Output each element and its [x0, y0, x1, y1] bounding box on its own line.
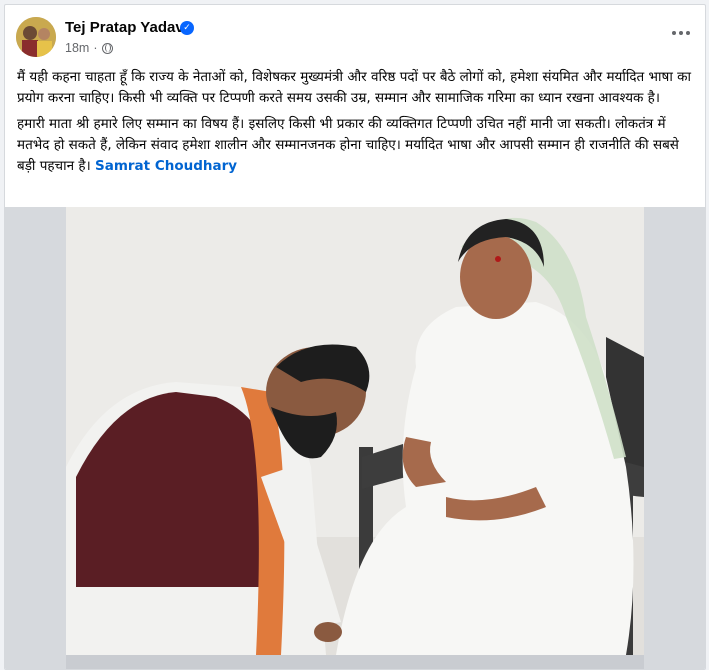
post-photo[interactable] [66, 207, 644, 655]
verified-badge-icon: ✓ [180, 21, 194, 35]
mention-link[interactable]: Samrat Choudhary [95, 158, 237, 174]
post-text: मैं यही कहना चाहता हूँ कि राज्य के नेताओ… [17, 67, 695, 182]
post-photo-container [5, 207, 705, 669]
post-paragraph-1: मैं यही कहना चाहता हूँ कि राज्य के नेताओ… [17, 69, 691, 106]
meta-separator: · [93, 41, 98, 55]
more-options-icon[interactable] [669, 23, 693, 43]
author-name[interactable]: Tej Pratap Yadav [65, 19, 184, 36]
post-card: Tej Pratap Yadav ✓ 18m · मैं यही कहना चा… [4, 4, 706, 670]
photo-bottom-bar [66, 655, 644, 669]
globe-icon[interactable] [101, 42, 113, 54]
post-header: Tej Pratap Yadav ✓ 18m · [5, 5, 705, 61]
post-time[interactable]: 18m [65, 41, 89, 55]
author-avatar[interactable] [16, 17, 56, 57]
post-meta: 18m · [65, 41, 113, 55]
post-paragraph-2: हमारी माता श्री हमारे लिए सम्मान का विषय… [17, 114, 695, 177]
